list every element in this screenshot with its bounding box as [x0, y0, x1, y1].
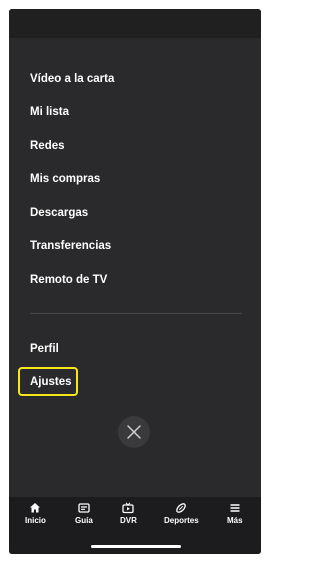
close-button[interactable] — [118, 416, 150, 448]
guide-icon — [78, 503, 90, 513]
home-indicator — [91, 545, 181, 548]
sports-icon — [176, 503, 187, 513]
tab-guide[interactable]: Guía — [75, 502, 93, 530]
menu-divider — [30, 313, 242, 314]
menu-item-transfers[interactable]: Transferencias — [30, 239, 111, 253]
status-bar-area — [9, 9, 261, 38]
tab-more-label: Más — [227, 516, 243, 525]
menu-item-downloads[interactable]: Descargas — [30, 206, 88, 220]
tab-home[interactable]: Inicio — [25, 502, 46, 530]
dvr-icon — [122, 502, 135, 514]
tab-guide-label: Guía — [75, 516, 93, 525]
menu-item-networks[interactable]: Redes — [30, 139, 65, 153]
tab-sports-label: Deportes — [164, 516, 199, 525]
menu-item-video-on-demand[interactable]: Vídeo a la carta — [30, 72, 114, 86]
tab-dvr[interactable]: DVR — [120, 502, 137, 530]
menu-item-profile[interactable]: Perfil — [30, 342, 59, 356]
menu-item-my-purchases[interactable]: Mis compras — [30, 172, 100, 186]
menu-item-tv-remote[interactable]: Remoto de TV — [30, 273, 107, 287]
tab-sports[interactable]: Deportes — [164, 502, 199, 530]
close-icon — [127, 425, 141, 439]
tab-home-label: Inicio — [25, 516, 46, 525]
tab-dvr-label: DVR — [120, 516, 137, 525]
home-icon — [30, 503, 41, 513]
menu-icon — [230, 504, 240, 512]
app-screen: Vídeo a la carta Mi lista Redes Mis comp… — [9, 9, 261, 554]
tab-more[interactable]: Más — [227, 502, 243, 530]
menu-item-my-list[interactable]: Mi lista — [30, 105, 69, 119]
menu-item-settings[interactable]: Ajustes — [30, 375, 72, 389]
